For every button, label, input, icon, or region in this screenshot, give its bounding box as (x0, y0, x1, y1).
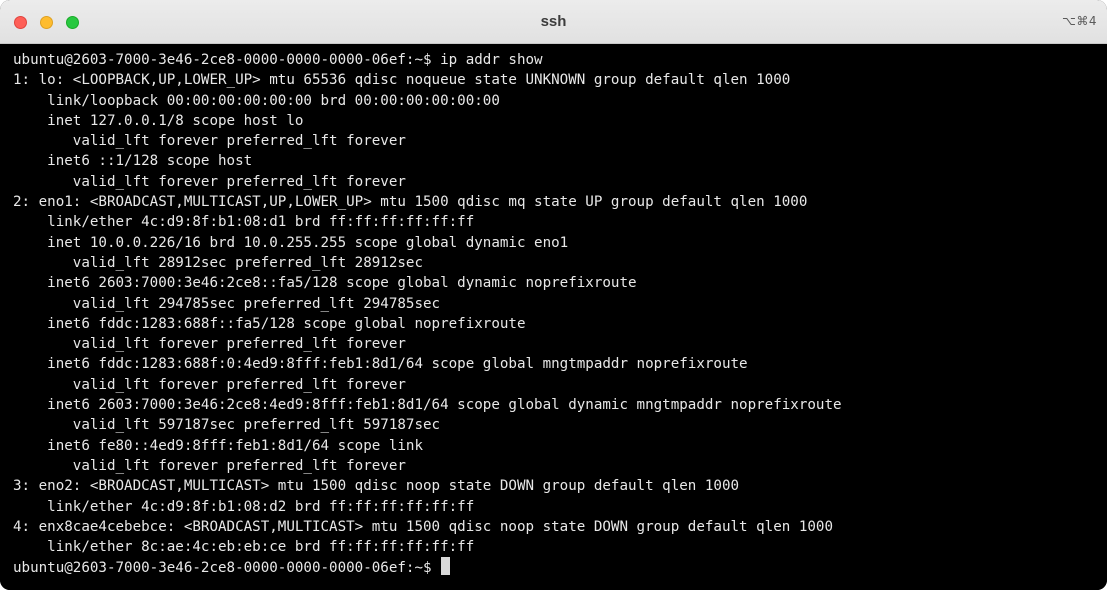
terminal-line: valid_lft forever preferred_lft forever (13, 457, 406, 474)
terminal-line: valid_lft 597187sec preferred_lft 597187… (13, 417, 441, 434)
terminal-line: valid_lft 294785sec preferred_lft 294785… (13, 295, 441, 312)
terminal-line: valid_lft forever preferred_lft forever (13, 376, 406, 393)
terminal-line: 1: lo: <LOOPBACK,UP,LOWER_UP> mtu 65536 … (13, 72, 791, 89)
text-cursor (441, 557, 451, 576)
terminal-output[interactable]: ubuntu@2603-7000-3e46-2ce8-0000-0000-000… (0, 44, 1107, 590)
window-shortcut: ⌥⌘4 (1062, 14, 1097, 28)
terminal-line: inet 10.0.0.226/16 brd 10.0.255.255 scop… (13, 234, 569, 251)
terminal-line: link/ether 8c:ae:4c:eb:eb:ce brd ff:ff:f… (13, 539, 475, 556)
terminal-line: inet6 2603:7000:3e46:2ce8::fa5/128 scope… (13, 275, 637, 292)
terminal-line: link/loopback 00:00:00:00:00:00 brd 00:0… (13, 92, 500, 109)
terminal-window: ssh ⌥⌘4 ubuntu@2603-7000-3e46-2ce8-0000-… (0, 0, 1107, 590)
terminal-line: inet6 fddc:1283:688f:0:4ed9:8fff:feb1:8d… (13, 356, 748, 373)
terminal-line: 4: enx8cae4cebebce: <BROADCAST,MULTICAST… (13, 518, 833, 535)
terminal-line: inet6 ::1/128 scope host (13, 153, 253, 170)
terminal-line: valid_lft forever preferred_lft forever (13, 336, 406, 353)
title-bar[interactable]: ssh ⌥⌘4 (0, 0, 1107, 44)
window-title: ssh (540, 13, 567, 30)
shell-prompt: ubuntu@2603-7000-3e46-2ce8-0000-0000-000… (13, 560, 441, 577)
prompt-line[interactable]: ubuntu@2603-7000-3e46-2ce8-0000-0000-000… (13, 557, 1107, 577)
terminal-line: valid_lft forever preferred_lft forever (13, 173, 406, 190)
terminal-line: valid_lft 28912sec preferred_lft 28912se… (13, 254, 423, 271)
terminal-line: 3: eno2: <BROADCAST,MULTICAST> mtu 1500 … (13, 478, 740, 495)
terminal-line: inet 127.0.0.1/8 scope host lo (13, 112, 304, 129)
terminal-line: inet6 fe80::4ed9:8fff:feb1:8d1/64 scope … (13, 437, 423, 454)
terminal-line: link/ether 4c:d9:8f:b1:08:d1 brd ff:ff:f… (13, 214, 475, 231)
terminal-line: valid_lft forever preferred_lft forever (13, 133, 406, 150)
terminal-line: link/ether 4c:d9:8f:b1:08:d2 brd ff:ff:f… (13, 498, 475, 515)
terminal-line: ubuntu@2603-7000-3e46-2ce8-0000-0000-000… (13, 52, 543, 68)
terminal-line: inet6 fddc:1283:688f::fa5/128 scope glob… (13, 315, 526, 332)
terminal-line: inet6 2603:7000:3e46:2ce8:4ed9:8fff:feb1… (13, 397, 842, 414)
terminal-line: 2: eno1: <BROADCAST,MULTICAST,UP,LOWER_U… (13, 194, 808, 211)
